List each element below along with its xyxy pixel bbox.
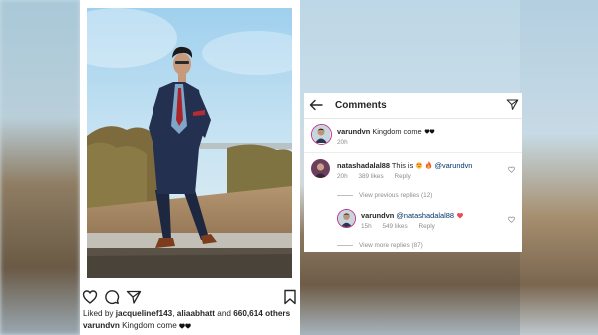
- reply-1-likes[interactable]: 549 likes: [382, 223, 407, 230]
- liked-by-user-1[interactable]: jacquelinef143: [116, 309, 172, 318]
- reply-1-meta: 15h 549 likes Reply: [361, 223, 444, 230]
- comment-1-likes[interactable]: 389 likes: [358, 173, 383, 180]
- post-photo-image: [87, 8, 292, 278]
- avatar-varundvn: [312, 125, 330, 143]
- liked-by-count[interactable]: 660,614 others: [233, 309, 290, 318]
- original-text: Kingdom come: [372, 127, 422, 136]
- comments-title: Comments: [335, 100, 387, 111]
- share-icon[interactable]: [126, 289, 142, 305]
- avatar-natashadalal88: [311, 159, 330, 178]
- caption-text: Kingdom come: [122, 321, 177, 330]
- divider-line: [337, 244, 353, 246]
- comment-1-time: 20h: [337, 173, 348, 180]
- back-arrow-icon[interactable]: [309, 99, 323, 111]
- post-photo[interactable]: [87, 8, 292, 278]
- instagram-post: Liked by jacquelinef143, aliaabhatt and …: [80, 0, 300, 335]
- liked-by-separator: ,: [172, 309, 175, 318]
- caption-username[interactable]: varundvn: [83, 321, 120, 330]
- avatar-varundvn-reply: [338, 210, 355, 227]
- avatar[interactable]: [337, 209, 356, 228]
- background-right: [520, 0, 598, 335]
- black-hearts-emoji-icon: [179, 323, 191, 329]
- heart-eyes-emoji-icon: [416, 162, 423, 169]
- comment-icon[interactable]: [104, 289, 120, 305]
- reply-1-text: varundvn @natashadalal88: [361, 211, 464, 220]
- red-heart-emoji-icon: [457, 212, 464, 219]
- reply-1-reply-link[interactable]: Reply: [418, 223, 434, 230]
- original-caption-row: varundvn Kingdom come 20h: [304, 119, 522, 153]
- fire-emoji-icon: [426, 161, 432, 169]
- background-left: [0, 0, 80, 335]
- comment-1-reply-link[interactable]: Reply: [394, 173, 410, 180]
- liked-by-and: and: [217, 309, 231, 318]
- send-icon[interactable]: [506, 98, 519, 111]
- avatar[interactable]: [311, 159, 330, 178]
- avatar[interactable]: [311, 124, 332, 145]
- post-action-bar: [82, 289, 298, 305]
- comment-1-username[interactable]: natashadalal88: [337, 161, 390, 170]
- comment-1-mention[interactable]: @varundvn: [434, 161, 472, 170]
- comment-1-meta: 20h 389 likes Reply: [337, 173, 420, 180]
- comments-panel: Comments varundvn Kingdom come 20h natas…: [304, 93, 522, 252]
- original-time: 20h: [337, 139, 348, 146]
- reply-1-time: 15h: [361, 223, 372, 230]
- black-hearts-emoji-icon: [424, 129, 435, 134]
- reply-1-username[interactable]: varundvn: [361, 211, 394, 220]
- liked-by-user-2[interactable]: aliaabhatt: [177, 309, 215, 318]
- reply-1-mention[interactable]: @natashadalal88: [396, 211, 454, 220]
- reply-1-like-heart-icon[interactable]: [508, 216, 515, 223]
- liked-by-prefix: Liked by: [83, 309, 114, 318]
- divider-line: [337, 194, 353, 196]
- comment-1-prefix: This is: [391, 161, 414, 170]
- comments-header: Comments: [304, 93, 522, 119]
- view-more-replies[interactable]: View more replies (87): [337, 242, 423, 249]
- comment-1-like-heart-icon[interactable]: [508, 166, 515, 173]
- original-username[interactable]: varundvn: [337, 127, 370, 136]
- heart-icon[interactable]: [82, 289, 98, 305]
- bookmark-icon[interactable]: [282, 289, 298, 305]
- original-caption-text: varundvn Kingdom come: [337, 127, 435, 136]
- likes-summary: Liked by jacquelinef143, aliaabhatt and …: [83, 309, 290, 318]
- post-caption: varundvn Kingdom come: [83, 321, 191, 330]
- view-more-label[interactable]: View more replies (87): [359, 242, 423, 249]
- comment-1-text: natashadalal88 This is @varundvn: [337, 161, 472, 170]
- view-previous-replies[interactable]: View previous replies (12): [337, 192, 432, 199]
- view-previous-label[interactable]: View previous replies (12): [359, 192, 432, 199]
